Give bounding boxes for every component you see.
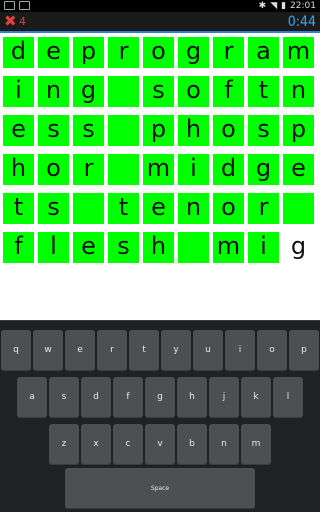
grid-cell: o	[213, 193, 244, 224]
grid-cell: e	[3, 115, 34, 146]
key-h[interactable]: h	[177, 377, 207, 418]
grid-cell: e	[38, 37, 69, 68]
action-bar: ✖ 4 0:44	[0, 12, 320, 31]
close-x-icon: ✖	[4, 12, 17, 30]
grid-cell: m	[143, 154, 174, 185]
grid-cell: e	[143, 193, 174, 224]
grid-cell: l	[38, 232, 69, 263]
key-d[interactable]: d	[81, 377, 111, 418]
key-j[interactable]: j	[209, 377, 239, 418]
grid-cell: d	[213, 154, 244, 185]
key-r[interactable]: r	[97, 330, 127, 371]
key-x[interactable]: x	[81, 424, 111, 465]
grid-cell	[108, 154, 139, 185]
grid-cell: g	[283, 232, 314, 263]
key-p[interactable]: p	[289, 330, 319, 371]
status-bar: ✱ ◥ ▮ 22:01	[0, 0, 320, 12]
notification-icon	[4, 1, 15, 10]
grid-cell: g	[248, 154, 279, 185]
grid-cell: s	[143, 76, 174, 107]
grid-cell: r	[213, 37, 244, 68]
key-i[interactable]: i	[225, 330, 255, 371]
grid-cell: s	[108, 232, 139, 263]
grid-cell: t	[108, 193, 139, 224]
key-q[interactable]: q	[1, 330, 31, 371]
grid-cell: i	[178, 154, 209, 185]
key-z[interactable]: z	[49, 424, 79, 465]
key-b[interactable]: b	[177, 424, 207, 465]
key-u[interactable]: u	[193, 330, 223, 371]
key-t[interactable]: t	[129, 330, 159, 371]
grid-cell: s	[248, 115, 279, 146]
key-y[interactable]: y	[161, 330, 191, 371]
key-a[interactable]: a	[17, 377, 47, 418]
key-m[interactable]: m	[241, 424, 271, 465]
grid-cell: i	[3, 76, 34, 107]
key-w[interactable]: w	[33, 330, 63, 371]
key-c[interactable]: c	[113, 424, 143, 465]
key-s[interactable]: s	[49, 377, 79, 418]
grid-cell: p	[73, 37, 104, 68]
grid-cell: f	[3, 232, 34, 263]
grid-cell: o	[213, 115, 244, 146]
grid-cell: e	[73, 232, 104, 263]
status-time: 22:01	[290, 1, 316, 11]
grid-cell: n	[178, 193, 209, 224]
grid-cell: p	[283, 115, 314, 146]
battery-icon: ▮	[281, 1, 287, 11]
grid-cell: s	[38, 193, 69, 224]
grid-cell: s	[38, 115, 69, 146]
image-icon	[19, 1, 30, 10]
grid-cell: p	[143, 115, 174, 146]
key-g[interactable]: g	[145, 377, 175, 418]
timer: 0:44	[287, 14, 316, 30]
grid-cell: n	[38, 76, 69, 107]
status-right: ✱ ◥ ▮ 22:01	[259, 0, 316, 12]
grid-cell	[108, 76, 139, 107]
grid-cell: o	[178, 76, 209, 107]
grid-cell: s	[73, 115, 104, 146]
key-space[interactable]: Space	[65, 468, 255, 509]
grid-cell: m	[213, 232, 244, 263]
grid-cell: r	[248, 193, 279, 224]
key-e[interactable]: e	[65, 330, 95, 371]
grid-cell: r	[108, 37, 139, 68]
grid-cell: a	[248, 37, 279, 68]
wifi-icon: ◥	[270, 1, 278, 11]
bluetooth-icon: ✱	[258, 1, 267, 11]
grid-cell: h	[143, 232, 174, 263]
grid-cell: t	[3, 193, 34, 224]
grid-cell: e	[283, 154, 314, 185]
key-k[interactable]: k	[241, 377, 271, 418]
key-f[interactable]: f	[113, 377, 143, 418]
grid-cell	[73, 193, 104, 224]
key-o[interactable]: o	[257, 330, 287, 371]
grid-cell: m	[283, 37, 314, 68]
grid-cell: t	[248, 76, 279, 107]
on-screen-keyboard: q w e r t y u i o p a s d f g h j k l z x c v b n m Space	[0, 320, 320, 512]
grid-cell: f	[213, 76, 244, 107]
grid-cell	[283, 193, 314, 224]
grid-cell	[108, 115, 139, 146]
puzzle-grid: deprogramingsoftnessphosphormidgetstenor…	[0, 33, 320, 272]
grid-cell: g	[178, 37, 209, 68]
grid-cell: n	[283, 76, 314, 107]
status-left	[4, 1, 30, 10]
grid-cell: o	[38, 154, 69, 185]
grid-cell: d	[3, 37, 34, 68]
miss-count: 4	[19, 15, 26, 28]
grid-cell: i	[248, 232, 279, 263]
grid-cell: h	[3, 154, 34, 185]
grid-cell: h	[178, 115, 209, 146]
grid-cell: r	[73, 154, 104, 185]
key-v[interactable]: v	[145, 424, 175, 465]
key-l[interactable]: l	[273, 377, 303, 418]
grid-cell: g	[73, 76, 104, 107]
grid-cell	[178, 232, 209, 263]
grid-cell: o	[143, 37, 174, 68]
key-n[interactable]: n	[209, 424, 239, 465]
